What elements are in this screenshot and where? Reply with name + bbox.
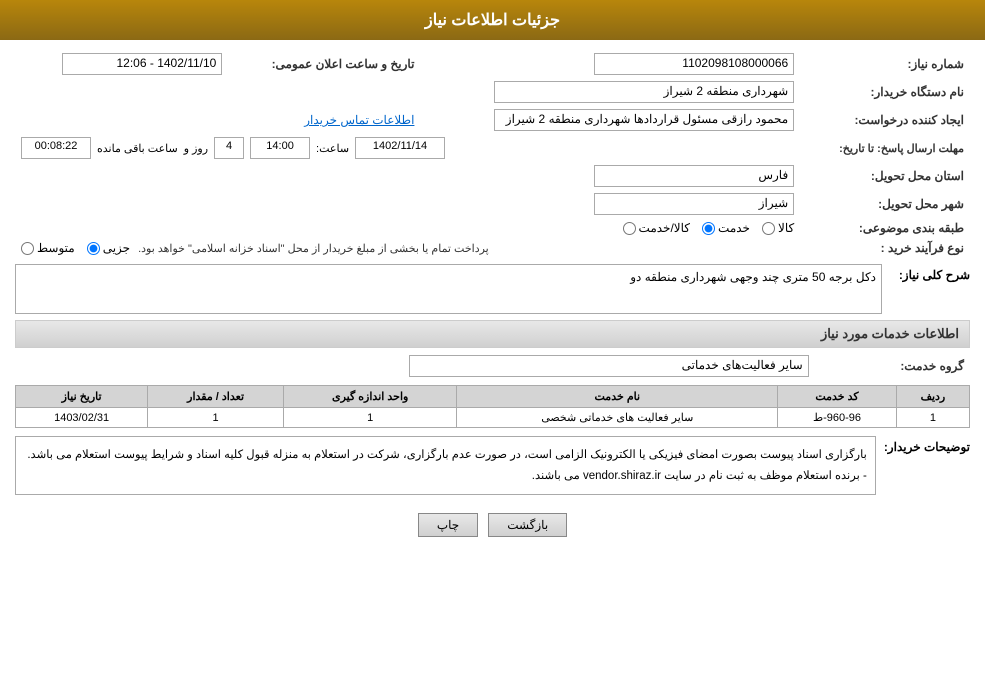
city-label: شهر محل تحویل: xyxy=(800,190,970,218)
bottom-buttons: بازگشت چاپ xyxy=(15,503,970,547)
category-option-kala[interactable]: کالا xyxy=(762,221,794,235)
remaining-label: ساعت باقی مانده xyxy=(97,142,178,155)
process-option-mutawaset[interactable]: متوسط xyxy=(21,241,75,255)
category-option-khedmat[interactable]: خدمت xyxy=(702,221,750,235)
process-label: نوع فرآیند خرید : xyxy=(800,238,970,258)
category-option-kala-khedmat[interactable]: کالا/خدمت xyxy=(623,221,690,235)
deadline-date: 1402/11/14 xyxy=(355,137,445,159)
request-number-label: شماره نیاز: xyxy=(800,50,970,78)
table-row: 1960-96-طسایر فعالیت های خدماتی شخصی1114… xyxy=(16,408,970,428)
announce-date-value: 1402/11/10 - 12:06 xyxy=(62,53,222,75)
service-group-value: سایر فعالیت‌های خدماتی xyxy=(409,355,809,377)
col-header-code: کد خدمت xyxy=(778,386,897,408)
province-label: استان محل تحویل: xyxy=(800,162,970,190)
page-header: جزئیات اطلاعات نیاز xyxy=(0,0,985,40)
process-note: پرداخت تمام یا بخشی از مبلغ خریدار از مح… xyxy=(138,242,489,255)
category-radio-group: کالا/خدمت خدمت کالا xyxy=(623,221,795,235)
day-label: روز و xyxy=(184,142,208,155)
category-label: طبقه بندی موضوعی: xyxy=(800,218,970,238)
buyer-notes-box: بارگزاری اسناد پیوست بصورت امضای فیزیکی … xyxy=(15,436,876,495)
city-value: شیراز xyxy=(594,193,794,215)
buyer-org-value: شهرداری منطقه 2 شیراز xyxy=(494,81,794,103)
col-header-name: نام خدمت xyxy=(457,386,778,408)
col-header-date: تاریخ نیاز xyxy=(16,386,148,408)
buyer-note-1: بارگزاری اسناد پیوست بصورت امضای فیزیکی … xyxy=(24,445,867,466)
buyer-note-2: - برنده استعلام موظف به ثبت نام در سایت … xyxy=(24,466,867,487)
request-number-value: 1102098108000066 xyxy=(594,53,794,75)
description-value: دکل برجه 50 متری چند وجهی شهرداری منطقه … xyxy=(15,264,882,314)
service-group-label: گروه خدمت: xyxy=(815,352,970,380)
deadline-days: 4 xyxy=(214,137,244,159)
creator-value: محمود رازقی مسئول قراردادها شهرداری منطق… xyxy=(494,109,794,131)
creator-label: ایجاد کننده درخواست: xyxy=(800,106,970,134)
col-header-qty: تعداد / مقدار xyxy=(148,386,284,408)
province-value: فارس xyxy=(594,165,794,187)
services-section-title: اطلاعات خدمات مورد نیاز xyxy=(15,320,970,348)
buyer-notes-label: توضیحات خریدار: xyxy=(884,436,970,454)
process-option-jozii[interactable]: جزیی xyxy=(87,241,130,255)
deadline-time: 14:00 xyxy=(250,137,310,159)
description-label: شرح کلی نیاز: xyxy=(890,264,970,282)
col-header-unit: واحد اندازه گیری xyxy=(283,386,456,408)
contact-link[interactable]: اطلاعات تماس خریدار xyxy=(304,113,414,127)
back-button[interactable]: بازگشت xyxy=(488,513,567,537)
announce-date-label: تاریخ و ساعت اعلان عمومی: xyxy=(228,50,420,78)
services-table: ردیف کد خدمت نام خدمت واحد اندازه گیری ت… xyxy=(15,385,970,428)
send-deadline-label: مهلت ارسال پاسخ: تا تاریخ: xyxy=(800,134,970,162)
print-button[interactable]: چاپ xyxy=(418,513,478,537)
process-radio-group: متوسط جزیی xyxy=(21,241,130,255)
time-label: ساعت: xyxy=(316,142,349,155)
remaining-value: 00:08:22 xyxy=(21,137,91,159)
page-title: جزئیات اطلاعات نیاز xyxy=(425,12,560,29)
col-header-row: ردیف xyxy=(896,386,969,408)
buyer-org-label: نام دستگاه خریدار: xyxy=(800,78,970,106)
